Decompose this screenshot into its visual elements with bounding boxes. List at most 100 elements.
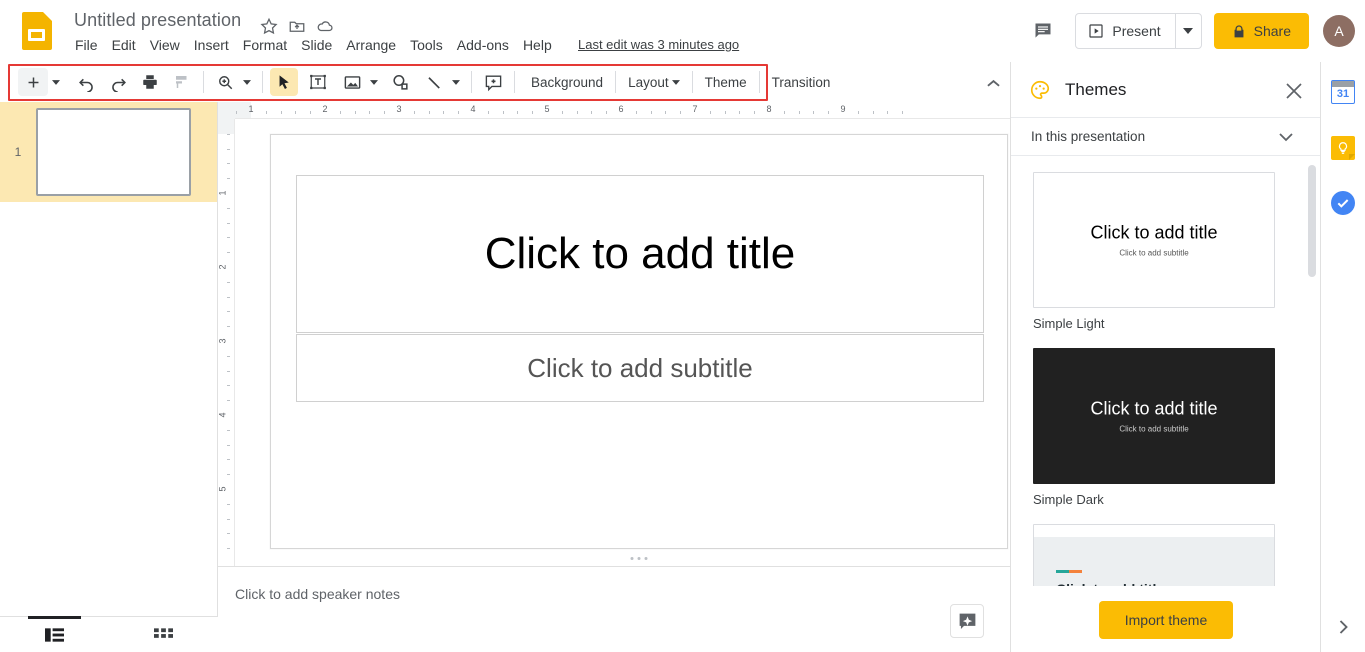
ruler-v-tick	[227, 252, 230, 254]
slide-canvas[interactable]: Click to add title Click to add subtitle	[270, 134, 1008, 560]
ruler-h-tick	[369, 111, 371, 114]
import-theme-button[interactable]: Import theme	[1098, 600, 1234, 639]
theme-card-simple-light[interactable]: Click to add title Click to add subtitle…	[1033, 172, 1275, 331]
google-keep-icon[interactable]	[1331, 136, 1355, 160]
redo-icon[interactable]	[104, 68, 132, 96]
lock-icon	[1234, 24, 1244, 37]
themes-list[interactable]: Click to add title Click to add subtitle…	[1011, 157, 1321, 605]
themes-section-in-this-presentation[interactable]: In this presentation	[1011, 118, 1321, 156]
filmstrip-slide-1[interactable]: 1	[0, 102, 217, 202]
ruler-h-tick	[635, 111, 637, 114]
explore-icon[interactable]	[950, 604, 984, 638]
view-mode-switch	[0, 616, 218, 652]
google-tasks-icon[interactable]	[1331, 191, 1355, 215]
themes-section-chevron-down-icon[interactable]	[1279, 129, 1293, 147]
menu-slide[interactable]: Slide	[294, 34, 339, 56]
top-right-actions: Present Share A	[1023, 10, 1355, 52]
speaker-notes-panel[interactable]: Click to add speaker notes	[218, 566, 1010, 652]
ruler-h-label: 3	[396, 104, 402, 114]
horizontal-ruler[interactable]: 1 2 3 4 5 6 7 8 9	[218, 102, 1010, 119]
themes-panel-title: Themes	[1065, 79, 1127, 99]
themes-panel-scrollbar[interactable]	[1308, 165, 1316, 277]
menu-addons[interactable]: Add-ons	[450, 34, 516, 56]
ruler-v-tick	[227, 503, 230, 505]
zoom-chevron-down-icon[interactable]	[239, 68, 255, 96]
slide-filmstrip-panel[interactable]: 1	[0, 102, 218, 616]
last-edit-status[interactable]: Last edit was 3 minutes ago	[578, 37, 739, 52]
ruler-v-tick	[227, 370, 230, 372]
image-chevron-down-icon[interactable]	[366, 68, 382, 96]
insert-shape-icon[interactable]	[386, 68, 414, 96]
menu-tools[interactable]: Tools	[403, 34, 450, 56]
new-slide-button[interactable]	[18, 68, 48, 96]
title-placeholder-text: Click to add title	[484, 229, 796, 278]
zoom-in-icon[interactable]	[211, 68, 239, 96]
menu-help[interactable]: Help	[516, 34, 559, 56]
ruler-h-tick	[428, 111, 430, 114]
document-title[interactable]: Untitled presentation	[70, 8, 245, 33]
comment-history-icon[interactable]	[1023, 11, 1063, 51]
menu-format[interactable]: Format	[236, 34, 294, 56]
speaker-notes-placeholder[interactable]: Click to add speaker notes	[235, 586, 400, 602]
new-slide-chevron-down-icon[interactable]	[48, 68, 64, 96]
vertical-ruler[interactable]: 1 2 3 4 5	[218, 119, 235, 566]
grid-view-icon[interactable]	[109, 617, 218, 652]
ruler-h-label: 5	[544, 104, 550, 114]
theme-thumb-subtitle: Click to add subtitle	[1119, 424, 1189, 434]
avatar[interactable]: A	[1323, 15, 1355, 47]
layout-button[interactable]: Layout	[619, 68, 689, 96]
present-button[interactable]: Present	[1076, 14, 1174, 48]
insert-image-icon[interactable]	[338, 68, 366, 96]
menu-view[interactable]: View	[143, 34, 187, 56]
insert-line-icon[interactable]	[420, 68, 448, 96]
text-box-icon[interactable]	[304, 68, 332, 96]
ruler-h-tick	[502, 111, 504, 114]
subtitle-placeholder[interactable]: Click to add subtitle	[296, 334, 984, 402]
undo-icon[interactable]	[72, 68, 100, 96]
google-calendar-icon[interactable]: 31	[1331, 80, 1355, 104]
theme-thumbnail-dark[interactable]: Click to add title Click to add subtitle	[1033, 348, 1275, 484]
menu-file[interactable]: File	[68, 34, 105, 56]
transition-button[interactable]: Transition	[763, 68, 840, 96]
menu-edit[interactable]: Edit	[105, 34, 143, 56]
side-apps-rail: 31	[1320, 62, 1365, 652]
present-button-group: Present	[1075, 13, 1202, 49]
print-icon[interactable]	[136, 68, 164, 96]
slide-editor: 1 2 3 4 5 6 7 8 9 1 2 3 4 5 Click to add title Click…	[218, 102, 1010, 566]
collapse-menus-chevron-up-icon[interactable]	[978, 70, 1008, 96]
theme-card-simple-dark[interactable]: Click to add title Click to add subtitle…	[1033, 348, 1275, 507]
ruler-v-tick	[227, 237, 230, 239]
paint-format-icon[interactable]	[168, 68, 196, 96]
filmstrip-view-icon[interactable]	[0, 616, 109, 652]
ruler-h-tick	[443, 111, 445, 114]
canvas-area[interactable]: Click to add title Click to add subtitle	[235, 119, 1010, 566]
ruler-h-tick	[650, 111, 652, 114]
ruler-h-label: 8	[766, 104, 772, 114]
ruler-h-tick	[709, 111, 711, 114]
close-icon[interactable]	[1281, 78, 1307, 104]
background-button[interactable]: Background	[522, 68, 612, 96]
ruler-h-tick	[754, 111, 756, 114]
menu-insert[interactable]: Insert	[187, 34, 236, 56]
expand-rail-chevron-right-icon[interactable]	[1332, 616, 1354, 638]
share-button[interactable]: Share	[1213, 13, 1309, 49]
add-comment-icon[interactable]	[479, 68, 507, 96]
slide-thumbnail[interactable]	[36, 108, 191, 196]
present-label: Present	[1112, 23, 1161, 39]
ruler-h-tick	[295, 111, 297, 114]
line-chevron-down-icon[interactable]	[448, 68, 464, 96]
title-placeholder[interactable]: Click to add title	[296, 175, 984, 333]
ruler-v-tick	[227, 429, 230, 431]
resize-grip[interactable]	[630, 557, 648, 560]
ruler-v-tick	[227, 444, 230, 446]
theme-thumb-title: Click to add title	[1090, 398, 1218, 419]
cursor-select-icon[interactable]	[270, 68, 298, 96]
present-dropdown-chevron-down-icon[interactable]	[1174, 14, 1201, 48]
menu-arrange[interactable]: Arrange	[339, 34, 403, 56]
ruler-h-tick	[532, 111, 534, 114]
theme-thumbnail-light[interactable]: Click to add title Click to add subtitle	[1033, 172, 1275, 308]
ruler-h-tick	[280, 111, 282, 114]
ruler-v-tick	[227, 474, 230, 476]
layout-chevron-down-icon	[671, 79, 680, 85]
theme-button[interactable]: Theme	[696, 68, 756, 96]
